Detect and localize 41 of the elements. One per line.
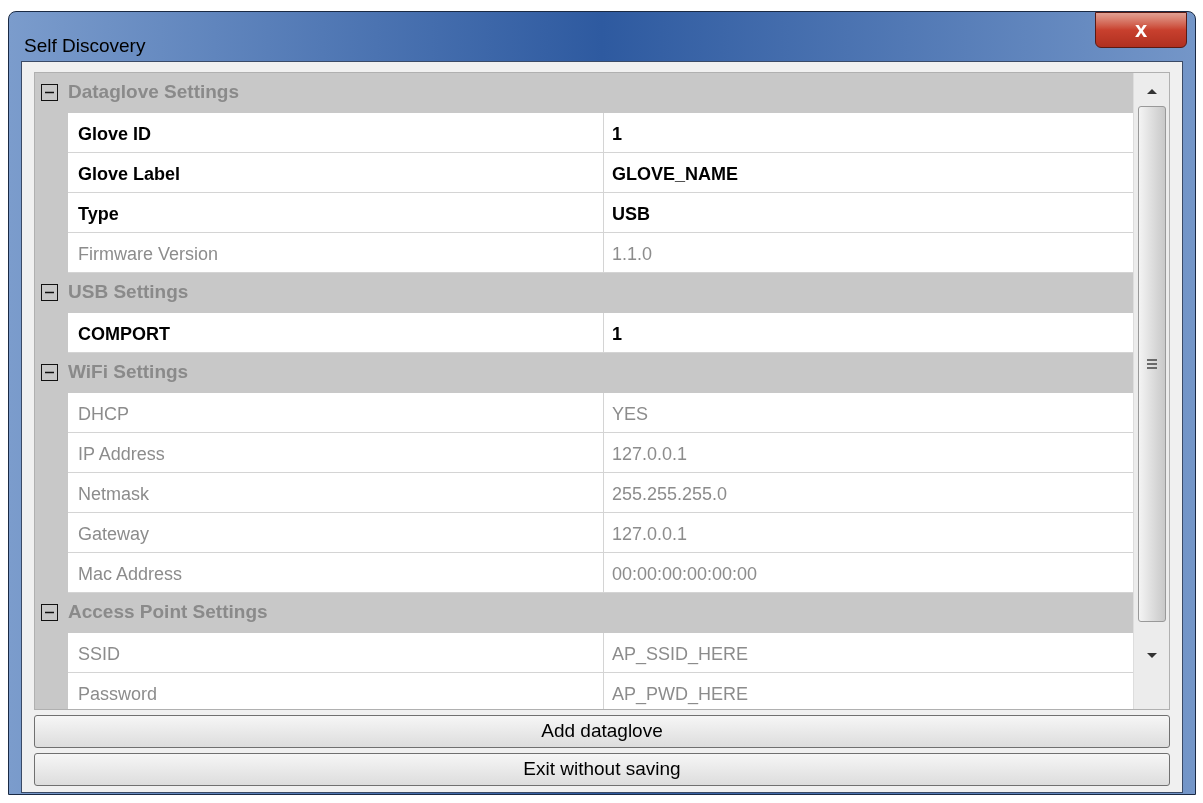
category-title: Access Point Settings	[68, 600, 268, 625]
property-value[interactable]: 1	[604, 312, 1133, 352]
property-value[interactable]: USB	[604, 192, 1133, 232]
scrollbar[interactable]	[1133, 72, 1169, 709]
dialog-button[interactable]: Exit without saving	[34, 752, 1170, 786]
property-name[interactable]: Type	[68, 192, 604, 232]
scroll-up-icon[interactable]	[1145, 86, 1158, 95]
property-value[interactable]: GLOVE_NAME	[604, 152, 1133, 192]
collapse-icon[interactable]	[41, 284, 58, 301]
dialog-button[interactable]: Add dataglove	[34, 714, 1170, 748]
property-value[interactable]: YES	[604, 392, 1133, 432]
property-name[interactable]: IP Address	[68, 432, 604, 472]
property-value[interactable]: 127.0.0.1	[604, 432, 1133, 472]
property-name[interactable]: Mac Address	[68, 552, 604, 592]
property-name[interactable]: Glove Label	[68, 152, 604, 192]
property-value[interactable]: AP_SSID_HERE	[604, 632, 1133, 672]
close-button[interactable]: x	[1095, 12, 1187, 48]
property-value[interactable]: 255.255.255.0	[604, 472, 1133, 512]
category-title: WiFi Settings	[68, 360, 189, 385]
property-name[interactable]: Firmware Version	[68, 232, 604, 272]
scroll-down-icon[interactable]	[1145, 651, 1158, 660]
collapse-icon[interactable]	[41, 364, 58, 381]
property-value[interactable]: 00:00:00:00:00:00	[604, 552, 1133, 592]
property-value[interactable]: 1	[604, 112, 1133, 152]
property-value[interactable]: AP_PWD_HERE	[604, 672, 1133, 709]
property-name[interactable]: Glove ID	[68, 112, 604, 152]
property-value[interactable]: 1.1.0	[604, 232, 1133, 272]
collapse-icon[interactable]	[41, 604, 58, 621]
property-name[interactable]: Gateway	[68, 512, 604, 552]
property-value[interactable]: 127.0.0.1	[604, 512, 1133, 552]
property-name[interactable]: DHCP	[68, 392, 604, 432]
property-name[interactable]: Password	[68, 672, 604, 709]
property-name[interactable]: COMPORT	[68, 312, 604, 352]
property-name[interactable]: Netmask	[68, 472, 604, 512]
scrollbar-thumb[interactable]	[1137, 105, 1166, 622]
category-title: USB Settings	[68, 280, 189, 305]
collapse-icon[interactable]	[41, 84, 58, 101]
grip-icon	[1145, 358, 1158, 369]
category-title: Dataglove Settings	[68, 80, 240, 105]
property-name[interactable]: SSID	[68, 632, 604, 672]
window-title: Self Discovery	[24, 34, 146, 58]
